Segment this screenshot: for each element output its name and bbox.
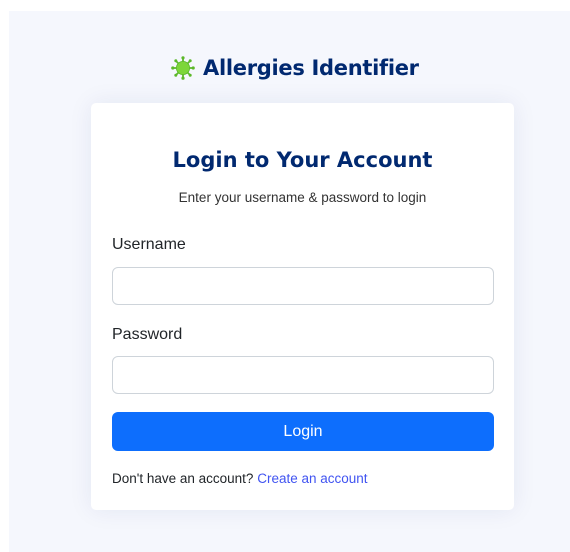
- username-label: Username: [112, 236, 186, 253]
- virus-icon: [171, 56, 195, 80]
- brand-logo[interactable]: Allergies Identifier: [171, 51, 419, 85]
- card-title: Login to Your Account: [172, 148, 433, 172]
- password-label: Password: [112, 326, 183, 343]
- brand-name: Allergies Identifier: [203, 56, 419, 80]
- card-subtitle: Enter your username & password to login: [178, 190, 427, 205]
- login-button[interactable]: Login: [112, 412, 494, 451]
- create-account-link[interactable]: Create an account: [257, 471, 367, 486]
- signup-prompt: Don't have an account?: [112, 471, 254, 486]
- password-input[interactable]: [112, 356, 494, 394]
- signup-line: Don't have an account? Create an account: [112, 471, 368, 486]
- login-card: Login to Your Account Enter your usernam…: [91, 103, 514, 510]
- page-background: Allergies Identifier Login to Your Accou…: [9, 11, 570, 552]
- username-input[interactable]: [112, 267, 494, 305]
